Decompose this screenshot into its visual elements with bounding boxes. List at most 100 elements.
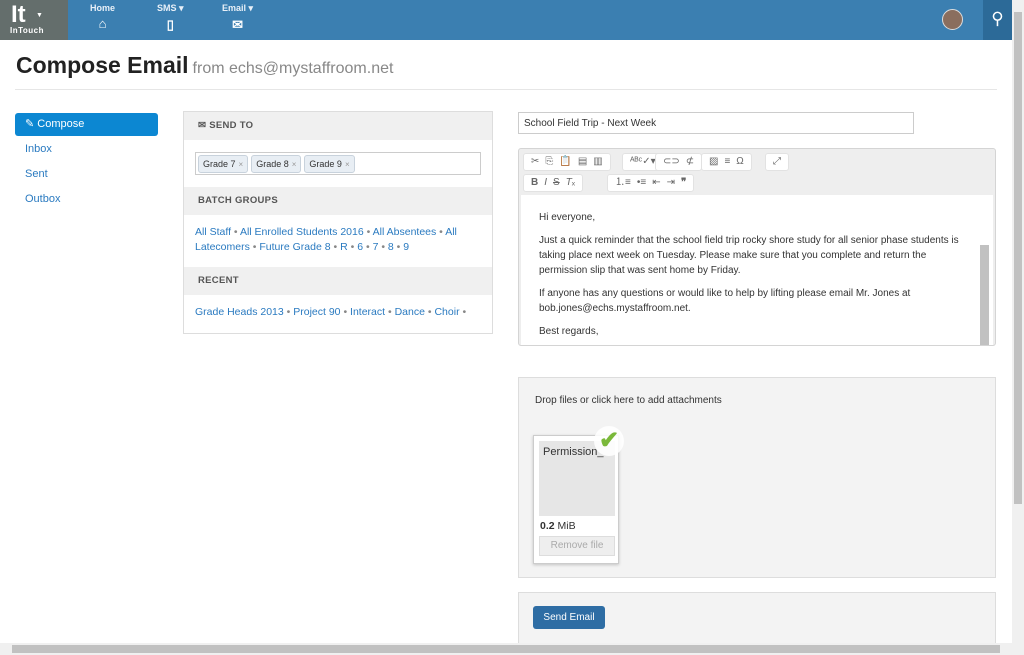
page-title-text: Compose Email — [16, 52, 189, 78]
outdent-icon[interactable]: ⇤ — [652, 175, 660, 191]
image-icon[interactable]: ▨ — [709, 154, 718, 170]
bulleted-list-icon[interactable]: •≡ — [637, 175, 646, 191]
body-paragraph: Just a quick reminder that the school fi… — [539, 235, 959, 276]
attachment-file: Permission_ ✔ 0.2 MiB Remove file — [533, 426, 624, 564]
copy-icon[interactable]: ⎘ — [545, 154, 553, 170]
italic-icon[interactable]: I — [544, 175, 547, 191]
send-to-header: ✉ SEND TO — [184, 112, 492, 140]
app-logo-menu[interactable]: It ▼ InTouch — [0, 0, 68, 40]
recent-header: RECENT — [184, 267, 492, 295]
send-email-button[interactable]: Send Email — [533, 606, 605, 629]
send-to-title: SEND TO — [209, 120, 254, 131]
batch-group-link[interactable]: All Enrolled Students 2016 — [240, 226, 364, 238]
insert-toolbar-group: ▨ ≡ Ω — [701, 153, 752, 171]
recipient-tag: Grade 8 × — [251, 155, 302, 173]
body-paragraph: Hi everyone, — [539, 212, 596, 223]
remove-tag-icon[interactable]: × — [292, 160, 297, 169]
checkmark-icon: ✔ — [594, 426, 624, 456]
blockquote-icon[interactable]: ❞ — [681, 175, 686, 191]
logo-text: It — [11, 1, 26, 28]
vertical-scroll-thumb[interactable] — [1014, 12, 1022, 504]
remove-file-button[interactable]: Remove file — [539, 536, 615, 556]
link-icon[interactable]: ⊂⊃ — [663, 154, 680, 170]
recipients-panel: ✉ SEND TO Grade 7 × Grade 8 × Grade 9 × BATCH… — [183, 111, 493, 334]
nav-home[interactable]: Home ⌂ — [90, 3, 115, 31]
editor-scrollbar[interactable] — [980, 245, 989, 345]
sidebar-item-inbox[interactable]: Inbox — [15, 138, 158, 161]
search-icon: ⚲ — [991, 9, 1004, 28]
nav-sms-label: SMS ▾ — [157, 3, 184, 13]
batch-group-link[interactable]: 7 — [373, 241, 379, 253]
subject-input[interactable] — [518, 112, 914, 134]
indent-icon[interactable]: ⇥ — [667, 175, 675, 191]
strikethrough-icon[interactable]: S — [553, 175, 560, 191]
file-size: 0.2 MiB — [540, 520, 576, 532]
batch-group-link[interactable]: R — [340, 241, 348, 253]
caret-down-icon: ▼ — [36, 12, 43, 19]
mobile-icon: ▯ — [166, 17, 174, 32]
tag-label: Grade 8 — [256, 159, 289, 169]
remove-format-icon[interactable]: Tₓ — [566, 175, 575, 191]
special-character-icon[interactable]: Ω — [736, 154, 743, 170]
recent-link[interactable]: Interact — [350, 306, 385, 318]
brand-name: InTouch — [10, 26, 45, 35]
batch-group-link[interactable]: All Absentees — [373, 226, 437, 238]
sidebar-item-compose[interactable]: ✎ Compose — [15, 113, 158, 136]
numbered-list-icon[interactable]: ⒈≡ — [615, 175, 631, 191]
batch-groups-header: BATCH GROUPS — [184, 187, 492, 215]
envelope-icon: ✉ — [198, 120, 210, 131]
top-navbar: It ▼ InTouch Home ⌂ SMS ▾ ▯ Email ▾ ✉ ⚲ — [0, 0, 1012, 40]
body-paragraph: Best regards, — [539, 326, 599, 337]
divider — [15, 89, 997, 90]
bold-icon[interactable]: B — [531, 175, 538, 191]
tag-label: Grade 7 — [203, 159, 236, 169]
sidebar-item-outbox[interactable]: Outbox — [15, 188, 158, 211]
remove-tag-icon[interactable]: × — [345, 160, 350, 169]
user-avatar[interactable] — [942, 9, 963, 30]
nav-sms[interactable]: SMS ▾ ▯ — [157, 3, 184, 33]
file-name: Permission_ — [543, 446, 604, 458]
recipient-tag: Grade 9 × — [304, 155, 355, 173]
horizontal-scroll-thumb[interactable] — [12, 645, 1000, 653]
horizontal-line-icon[interactable]: ≡ — [724, 154, 730, 170]
recent-link[interactable]: Grade Heads 2013 — [195, 306, 284, 318]
batch-group-link[interactable]: 9 — [403, 241, 409, 253]
batch-group-link[interactable]: 6 — [357, 241, 363, 253]
batch-group-link[interactable]: Future Grade 8 — [259, 241, 330, 253]
search-button[interactable]: ⚲ — [983, 0, 1012, 40]
nav-email-label: Email ▾ — [222, 3, 254, 13]
horizontal-scrollbar[interactable] — [0, 643, 1024, 655]
editor-body[interactable]: Hi everyone, Just a quick reminder that … — [521, 195, 993, 345]
remove-tag-icon[interactable]: × — [239, 160, 244, 169]
recent-list: Grade Heads 2013 • Project 90 • Interact… — [195, 306, 467, 318]
batch-group-link[interactable]: All Staff — [195, 226, 231, 238]
page-title: Compose Email from echs@mystaffroom.net — [16, 52, 393, 79]
list-toolbar-group: ⒈≡ •≡ ⇤ ⇥ ❞ — [607, 174, 695, 192]
cut-icon[interactable]: ✂ — [531, 154, 539, 170]
recipients-input[interactable]: Grade 7 × Grade 8 × Grade 9 × — [195, 152, 481, 175]
paste-text-icon[interactable]: ▤ — [578, 154, 587, 170]
clipboard-toolbar-group: ✂ ⎘ 📋 ▤ ▥ — [523, 153, 611, 171]
body-paragraph: If anyone has any questions or would lik… — [539, 288, 911, 314]
sidebar-item-sent[interactable]: Sent — [15, 163, 158, 186]
maximize-button[interactable]: ⤢ — [765, 153, 789, 171]
tag-label: Grade 9 — [309, 159, 342, 169]
attachment-dropzone[interactable]: Drop files or click here to add attachme… — [518, 377, 996, 578]
batch-group-link[interactable]: 8 — [388, 241, 394, 253]
unlink-icon[interactable]: ⊄ — [686, 154, 694, 170]
recent-link[interactable]: Project 90 — [293, 306, 340, 318]
link-toolbar-group: ⊂⊃ ⊄ — [655, 153, 703, 171]
nav-email[interactable]: Email ▾ ✉ — [222, 3, 253, 33]
vertical-scrollbar[interactable] — [1012, 0, 1024, 643]
file-size-unit: MiB — [557, 520, 576, 532]
paste-word-icon[interactable]: ▥ — [593, 154, 602, 170]
batch-groups-list: All Staff • All Enrolled Students 2016 •… — [195, 226, 457, 253]
paste-icon[interactable]: 📋 — [559, 154, 571, 170]
rich-text-editor: ✂ ⎘ 📋 ▤ ▥ ᴬᴮᶜ✓▾ ⊂⊃ ⊄ ▨ ≡ Ω ⤢ B I S Tₓ ⒈≡ •≡ ⇤ ⇥ ❞ Hi e… — [518, 148, 996, 346]
recent-link[interactable]: Dance — [395, 306, 425, 318]
maximize-icon: ⤢ — [773, 156, 781, 167]
nav-home-label: Home — [90, 3, 116, 13]
recent-link[interactable]: Choir — [434, 306, 459, 318]
file-size-value: 0.2 — [540, 520, 555, 532]
home-icon: ⌂ — [98, 16, 107, 31]
